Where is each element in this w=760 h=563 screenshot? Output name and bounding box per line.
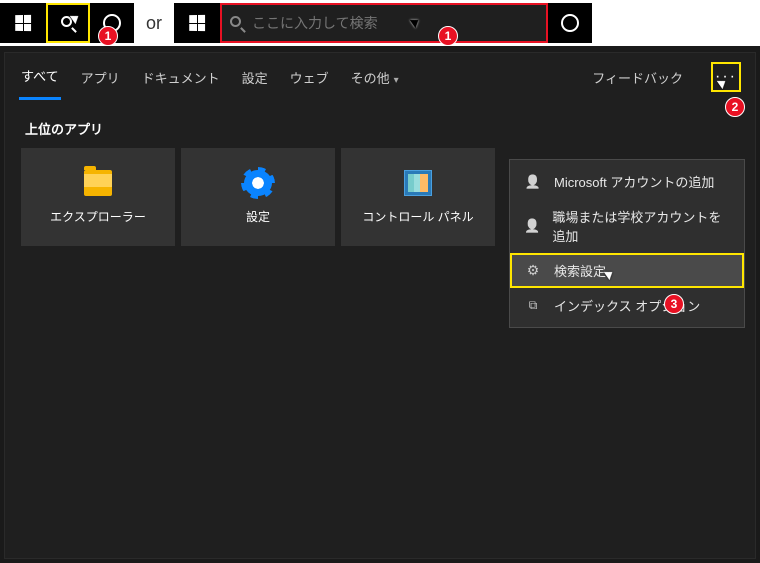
step-badge-1: 1	[98, 26, 118, 46]
tab-more-label: その他	[351, 71, 390, 86]
search-icon	[61, 16, 75, 30]
menu-label: 検索設定	[554, 261, 606, 280]
chevron-down-icon: ▾	[394, 75, 399, 86]
file-explorer-icon	[84, 170, 112, 196]
top-apps-heading: 上位のアプリ	[5, 101, 755, 148]
search-tabs: すべて アプリ ドキュメント 設定 ウェブ その他 ▾ フィードバック ···	[5, 53, 755, 101]
tab-more[interactable]: その他 ▾	[349, 56, 401, 99]
more-options-button[interactable]: ···	[711, 62, 741, 92]
step-badge-1b: 1	[438, 26, 458, 46]
taskbar-searchbox-mode	[174, 3, 592, 43]
taskbar-search-box[interactable]	[220, 3, 548, 43]
person-add-icon	[524, 218, 540, 234]
windows-logo-icon	[15, 15, 31, 31]
cortana-circle-icon	[561, 14, 579, 32]
menu-label: Microsoft アカウントの追加	[554, 172, 714, 191]
person-add-icon	[524, 174, 542, 190]
taskbar-examples: 1 or 1	[0, 0, 760, 46]
top-app-control-panel[interactable]: コントロール パネル	[341, 148, 495, 246]
tab-web[interactable]: ウェブ	[288, 56, 331, 99]
gear-icon	[524, 262, 542, 279]
tab-all[interactable]: すべて	[19, 54, 61, 100]
step-badge-3: 3	[664, 294, 684, 314]
menu-add-ms-account[interactable]: Microsoft アカウントの追加	[510, 164, 744, 199]
search-input[interactable]	[252, 15, 538, 31]
ellipsis-icon: ···	[715, 68, 737, 86]
menu-search-settings[interactable]: 検索設定	[510, 253, 744, 288]
app-label: 設定	[246, 208, 270, 225]
app-label: エクスプローラー	[50, 208, 146, 225]
index-icon	[524, 298, 542, 313]
app-label: コントロール パネル	[362, 208, 473, 225]
settings-gear-icon	[244, 170, 272, 196]
start-button[interactable]	[0, 3, 46, 43]
start-button-2[interactable]	[174, 3, 220, 43]
cortana-button-2[interactable]	[548, 3, 592, 43]
feedback-link[interactable]: フィードバック	[592, 68, 683, 87]
windows-logo-icon	[189, 15, 205, 31]
tab-settings[interactable]: 設定	[240, 56, 270, 99]
menu-label: 職場または学校アカウントを追加	[552, 207, 730, 245]
menu-add-work-account[interactable]: 職場または学校アカウントを追加	[510, 199, 744, 253]
or-label: or	[146, 13, 162, 34]
top-app-settings[interactable]: 設定	[181, 148, 335, 246]
tab-documents[interactable]: ドキュメント	[140, 56, 222, 99]
search-icon-button[interactable]	[46, 3, 90, 43]
top-app-explorer[interactable]: エクスプローラー	[21, 148, 175, 246]
menu-index-options[interactable]: インデックス オプション 3	[510, 288, 744, 323]
more-options-menu: Microsoft アカウントの追加 職場または学校アカウントを追加 検索設定 …	[509, 159, 745, 328]
search-panel: すべて アプリ ドキュメント 設定 ウェブ その他 ▾ フィードバック ··· 2…	[4, 52, 756, 559]
tab-apps[interactable]: アプリ	[79, 56, 122, 99]
control-panel-icon	[404, 170, 432, 196]
step-badge-2: 2	[725, 97, 745, 117]
search-icon	[230, 16, 244, 30]
